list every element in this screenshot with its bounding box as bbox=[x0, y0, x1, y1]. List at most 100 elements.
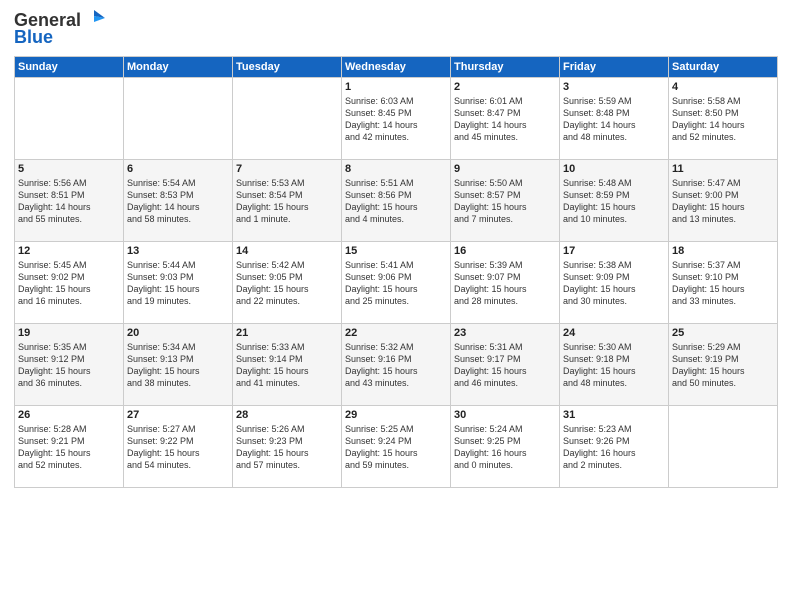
day-info: Sunrise: 5:25 AM Sunset: 9:24 PM Dayligh… bbox=[345, 423, 447, 472]
calendar-header-row: SundayMondayTuesdayWednesdayThursdayFrid… bbox=[15, 57, 778, 78]
day-info: Sunrise: 5:41 AM Sunset: 9:06 PM Dayligh… bbox=[345, 259, 447, 308]
day-cell: 13 Sunrise: 5:44 AM Sunset: 9:03 PM Dayli… bbox=[124, 242, 233, 324]
header: General Blue bbox=[14, 10, 778, 48]
week-row-4: 19 Sunrise: 5:35 AM Sunset: 9:12 PM Dayli… bbox=[15, 324, 778, 406]
day-cell: 24 Sunrise: 5:30 AM Sunset: 9:18 PM Dayli… bbox=[560, 324, 669, 406]
day-cell: 30Sunrise: 5:24 AM Sunset: 9:25 PM Dayli… bbox=[451, 406, 560, 488]
day-cell: 20Sunrise: 5:34 AM Sunset: 9:13 PM Dayli… bbox=[124, 324, 233, 406]
week-row-3: 12Sunrise: 5:45 AM Sunset: 9:02 PM Dayli… bbox=[15, 242, 778, 324]
day-number: 7 bbox=[236, 163, 338, 175]
day-info: Sunrise: 5:28 AM Sunset: 9:21 PM Dayligh… bbox=[18, 423, 120, 472]
day-cell: 25Sunrise: 5:29 AM Sunset: 9:19 PM Dayli… bbox=[669, 324, 778, 406]
day-info: Sunrise: 5:26 AM Sunset: 9:23 PM Dayligh… bbox=[236, 423, 338, 472]
day-cell: 22 Sunrise: 5:32 AM Sunset: 9:16 PM Dayli… bbox=[342, 324, 451, 406]
day-cell: 5Sunrise: 5:56 AM Sunset: 8:51 PM Daylig… bbox=[15, 160, 124, 242]
day-info: Sunrise: 5:30 AM Sunset: 9:18 PM Dayligh… bbox=[563, 341, 665, 390]
day-cell: 16Sunrise: 5:39 AM Sunset: 9:07 PM Dayli… bbox=[451, 242, 560, 324]
day-info: Sunrise: 6:03 AM Sunset: 8:45 PM Dayligh… bbox=[345, 95, 447, 144]
day-cell: 12Sunrise: 5:45 AM Sunset: 9:02 PM Dayli… bbox=[15, 242, 124, 324]
day-cell: 21 Sunrise: 5:33 AM Sunset: 9:14 PM Dayli… bbox=[233, 324, 342, 406]
day-info: Sunrise: 5:42 AM Sunset: 9:05 PM Dayligh… bbox=[236, 259, 338, 308]
day-info: Sunrise: 5:47 AM Sunset: 9:00 PM Dayligh… bbox=[672, 177, 774, 226]
day-number: 18 bbox=[672, 245, 774, 257]
day-info: Sunrise: 5:54 AM Sunset: 8:53 PM Dayligh… bbox=[127, 177, 229, 226]
day-cell: 31 Sunrise: 5:23 AM Sunset: 9:26 PM Dayli… bbox=[560, 406, 669, 488]
day-info: Sunrise: 5:27 AM Sunset: 9:22 PM Dayligh… bbox=[127, 423, 229, 472]
day-info: Sunrise: 5:59 AM Sunset: 8:48 PM Dayligh… bbox=[563, 95, 665, 144]
day-info: Sunrise: 5:51 AM Sunset: 8:56 PM Dayligh… bbox=[345, 177, 447, 226]
day-number: 29 bbox=[345, 409, 447, 421]
day-number: 24 bbox=[563, 327, 665, 339]
day-info: Sunrise: 5:23 AM Sunset: 9:26 PM Dayligh… bbox=[563, 423, 665, 472]
day-info: Sunrise: 6:01 AM Sunset: 8:47 PM Dayligh… bbox=[454, 95, 556, 144]
day-cell: 2 Sunrise: 6:01 AM Sunset: 8:47 PM Daylig… bbox=[451, 78, 560, 160]
day-number: 30 bbox=[454, 409, 556, 421]
day-number: 10 bbox=[563, 163, 665, 175]
logo: General Blue bbox=[14, 10, 105, 48]
day-header-wednesday: Wednesday bbox=[342, 57, 451, 78]
day-cell: 18 Sunrise: 5:37 AM Sunset: 9:10 PM Dayli… bbox=[669, 242, 778, 324]
day-info: Sunrise: 5:29 AM Sunset: 9:19 PM Dayligh… bbox=[672, 341, 774, 390]
day-header-sunday: Sunday bbox=[15, 57, 124, 78]
day-cell: 8 Sunrise: 5:51 AM Sunset: 8:56 PM Daylig… bbox=[342, 160, 451, 242]
logo-bird-icon bbox=[83, 8, 105, 30]
day-number: 8 bbox=[345, 163, 447, 175]
day-number: 12 bbox=[18, 245, 120, 257]
day-info: Sunrise: 5:37 AM Sunset: 9:10 PM Dayligh… bbox=[672, 259, 774, 308]
day-number: 15 bbox=[345, 245, 447, 257]
day-cell: 28Sunrise: 5:26 AM Sunset: 9:23 PM Dayli… bbox=[233, 406, 342, 488]
day-number: 26 bbox=[18, 409, 120, 421]
day-number: 4 bbox=[672, 81, 774, 93]
day-number: 31 bbox=[563, 409, 665, 421]
day-number: 22 bbox=[345, 327, 447, 339]
week-row-5: 26 Sunrise: 5:28 AM Sunset: 9:21 PM Dayli… bbox=[15, 406, 778, 488]
day-cell: 9 Sunrise: 5:50 AM Sunset: 8:57 PM Daylig… bbox=[451, 160, 560, 242]
day-number: 2 bbox=[454, 81, 556, 93]
day-cell: 7 Sunrise: 5:53 AM Sunset: 8:54 PM Daylig… bbox=[233, 160, 342, 242]
day-number: 5 bbox=[18, 163, 120, 175]
day-cell: 10Sunrise: 5:48 AM Sunset: 8:59 PM Dayli… bbox=[560, 160, 669, 242]
day-header-monday: Monday bbox=[124, 57, 233, 78]
day-number: 17 bbox=[563, 245, 665, 257]
day-cell: 23 Sunrise: 5:31 AM Sunset: 9:17 PM Dayli… bbox=[451, 324, 560, 406]
day-number: 21 bbox=[236, 327, 338, 339]
day-cell: 6 Sunrise: 5:54 AM Sunset: 8:53 PM Daylig… bbox=[124, 160, 233, 242]
calendar-container: General Blue SundayMondayTuesdayWednesda… bbox=[0, 0, 792, 612]
day-info: Sunrise: 5:32 AM Sunset: 9:16 PM Dayligh… bbox=[345, 341, 447, 390]
day-cell: 15 Sunrise: 5:41 AM Sunset: 9:06 PM Dayli… bbox=[342, 242, 451, 324]
week-row-1: 1 Sunrise: 6:03 AM Sunset: 8:45 PM Daylig… bbox=[15, 78, 778, 160]
day-number: 14 bbox=[236, 245, 338, 257]
day-info: Sunrise: 5:31 AM Sunset: 9:17 PM Dayligh… bbox=[454, 341, 556, 390]
day-info: Sunrise: 5:38 AM Sunset: 9:09 PM Dayligh… bbox=[563, 259, 665, 308]
day-info: Sunrise: 5:50 AM Sunset: 8:57 PM Dayligh… bbox=[454, 177, 556, 226]
day-cell bbox=[124, 78, 233, 160]
day-number: 13 bbox=[127, 245, 229, 257]
day-info: Sunrise: 5:39 AM Sunset: 9:07 PM Dayligh… bbox=[454, 259, 556, 308]
day-cell: 26 Sunrise: 5:28 AM Sunset: 9:21 PM Dayli… bbox=[15, 406, 124, 488]
day-header-friday: Friday bbox=[560, 57, 669, 78]
day-cell bbox=[15, 78, 124, 160]
day-info: Sunrise: 5:53 AM Sunset: 8:54 PM Dayligh… bbox=[236, 177, 338, 226]
day-number: 11 bbox=[672, 163, 774, 175]
day-info: Sunrise: 5:33 AM Sunset: 9:14 PM Dayligh… bbox=[236, 341, 338, 390]
day-cell: 1 Sunrise: 6:03 AM Sunset: 8:45 PM Daylig… bbox=[342, 78, 451, 160]
day-number: 9 bbox=[454, 163, 556, 175]
day-cell: 29 Sunrise: 5:25 AM Sunset: 9:24 PM Dayli… bbox=[342, 406, 451, 488]
day-cell: 27Sunrise: 5:27 AM Sunset: 9:22 PM Dayli… bbox=[124, 406, 233, 488]
day-cell: 17 Sunrise: 5:38 AM Sunset: 9:09 PM Dayli… bbox=[560, 242, 669, 324]
day-number: 3 bbox=[563, 81, 665, 93]
day-info: Sunrise: 5:35 AM Sunset: 9:12 PM Dayligh… bbox=[18, 341, 120, 390]
day-cell bbox=[669, 406, 778, 488]
day-info: Sunrise: 5:44 AM Sunset: 9:03 PM Dayligh… bbox=[127, 259, 229, 308]
day-number: 6 bbox=[127, 163, 229, 175]
day-cell: 14 Sunrise: 5:42 AM Sunset: 9:05 PM Dayli… bbox=[233, 242, 342, 324]
day-number: 19 bbox=[18, 327, 120, 339]
day-cell: 11 Sunrise: 5:47 AM Sunset: 9:00 PM Dayli… bbox=[669, 160, 778, 242]
day-header-tuesday: Tuesday bbox=[233, 57, 342, 78]
day-cell: 3 Sunrise: 5:59 AM Sunset: 8:48 PM Daylig… bbox=[560, 78, 669, 160]
day-number: 1 bbox=[345, 81, 447, 93]
day-header-saturday: Saturday bbox=[669, 57, 778, 78]
week-row-2: 5Sunrise: 5:56 AM Sunset: 8:51 PM Daylig… bbox=[15, 160, 778, 242]
day-number: 23 bbox=[454, 327, 556, 339]
day-info: Sunrise: 5:58 AM Sunset: 8:50 PM Dayligh… bbox=[672, 95, 774, 144]
